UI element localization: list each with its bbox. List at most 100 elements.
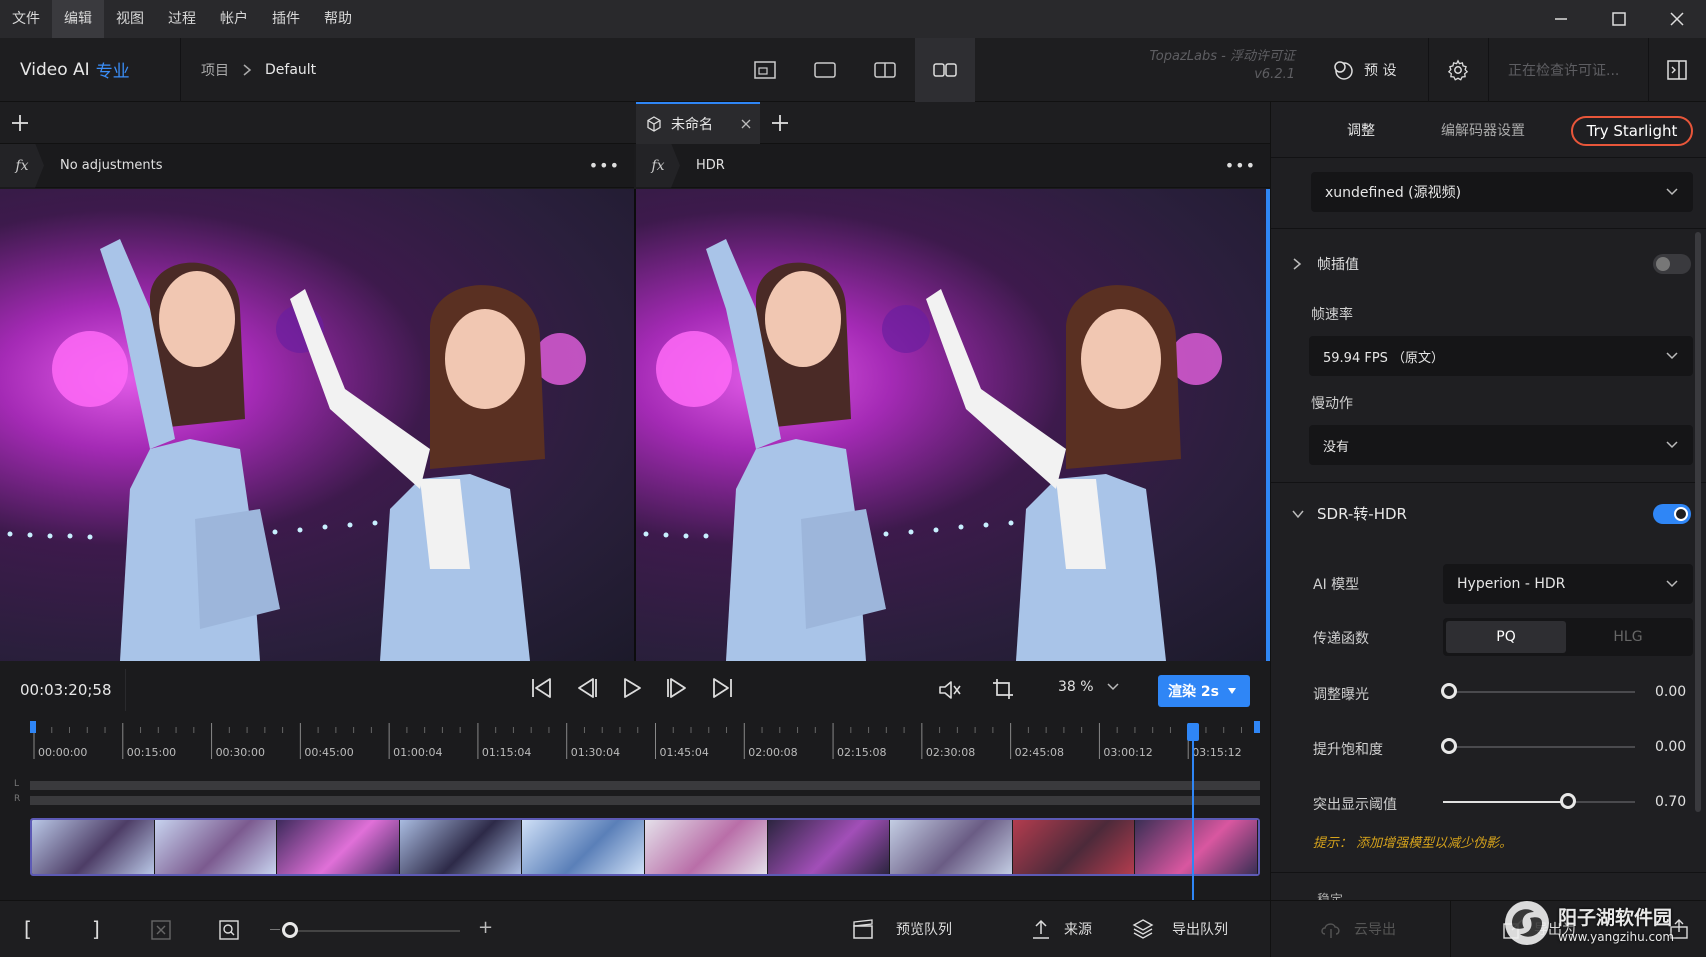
video-filmstrip[interactable] <box>30 818 1260 876</box>
watermark-url: www.yangzihu.com <box>1558 929 1675 944</box>
split-view-icon <box>874 61 896 78</box>
ai-model-select[interactable]: Hyperion - HDR <box>1443 564 1693 604</box>
cloud-export-button[interactable]: 云导出 <box>1320 918 1396 940</box>
left-more-icon[interactable]: ••• <box>589 156 620 175</box>
breadcrumb-root[interactable]: 项目 <box>201 60 229 80</box>
frame-rate-select[interactable]: 59.94 FPS （原文） <box>1309 336 1693 376</box>
frame-interp-header[interactable]: 帧插值 <box>1291 254 1691 274</box>
source-button[interactable]: 来源 <box>1030 918 1092 940</box>
mute-icon[interactable] <box>938 679 962 701</box>
close-window-button[interactable] <box>1648 0 1706 38</box>
menu-item[interactable]: 视图 <box>104 0 156 38</box>
view-side-by-side-button[interactable] <box>915 37 975 102</box>
step-back-icon[interactable] <box>575 675 599 701</box>
add-left-button[interactable] <box>0 102 40 144</box>
tab-adjust[interactable]: 调整 <box>1347 120 1375 140</box>
tick-label: 00:45:00 <box>304 746 354 759</box>
menu-item[interactable]: 帐户 <box>208 0 260 38</box>
crop-icon[interactable] <box>992 678 1014 700</box>
out-point-marker[interactable] <box>1254 721 1260 733</box>
panel-scrollbar[interactable] <box>1695 232 1701 812</box>
chevron-right-icon <box>243 63 252 76</box>
exposure-slider-knob[interactable] <box>1441 683 1457 699</box>
menu-item[interactable]: 编辑 <box>52 0 104 38</box>
gear-icon <box>1447 58 1469 81</box>
zoom-out-icon[interactable] <box>270 929 280 930</box>
chevron-right-icon <box>1293 258 1302 270</box>
timeline[interactable]: 00:00:00 00:15:00 00:30:00 00:45:00 01:00:04… <box>0 719 1270 900</box>
set-in-point-button[interactable]: [ <box>24 917 32 941</box>
tab-codec-settings[interactable]: 编解码器设置 <box>1441 120 1525 140</box>
sdr-hdr-toggle[interactable] <box>1653 503 1691 524</box>
minimize-button[interactable] <box>1532 0 1590 38</box>
add-tab-button[interactable] <box>760 102 800 144</box>
clear-range-icon[interactable] <box>150 919 172 941</box>
maximize-icon <box>1612 12 1626 26</box>
video-scene-art <box>7 239 586 661</box>
export-queue-button[interactable]: 导出队列 <box>1132 918 1228 940</box>
zoom-in-icon[interactable]: + <box>478 917 493 938</box>
set-out-point-button[interactable]: ] <box>92 917 100 941</box>
menu-item[interactable]: 插件 <box>260 0 312 38</box>
source-select[interactable]: xundefined (源视频) <box>1311 172 1693 212</box>
menu-item[interactable]: 文件 <box>0 0 52 38</box>
frame-interp-toggle[interactable] <box>1653 254 1691 274</box>
preview-queue-button[interactable]: 预览队列 <box>852 918 952 940</box>
frame-rate-value: 59.94 FPS （原文） <box>1323 350 1445 366</box>
license-info: TopazLabs - 浮动许可证 v6.2.1 <box>1100 48 1295 84</box>
transfer-pq-option[interactable]: PQ <box>1446 621 1566 653</box>
view-split-button[interactable] <box>855 38 915 102</box>
timecode: 00:03:20;58 <box>20 681 112 699</box>
timeline-zoom-slider[interactable] <box>290 930 460 932</box>
stabilize-title: 稳定 <box>1317 892 1344 901</box>
menu-item[interactable]: 帮助 <box>312 0 364 38</box>
audio-channel-l: L <box>14 779 20 789</box>
tick-label: 02:30:08 <box>925 746 976 759</box>
original-video-pane[interactable] <box>0 189 634 661</box>
step-forward-icon[interactable] <box>665 675 689 701</box>
presets-icon <box>1334 60 1353 80</box>
toggle-panel-button[interactable] <box>1648 38 1706 102</box>
in-point-marker[interactable] <box>30 721 36 733</box>
right-more-icon[interactable]: ••• <box>1225 156 1256 175</box>
highlight-slider[interactable] <box>1443 784 1643 820</box>
menu-item[interactable]: 过程 <box>156 0 208 38</box>
saturation-slider-knob[interactable] <box>1441 738 1457 754</box>
saturation-slider[interactable] <box>1441 729 1643 765</box>
tab-unnamed[interactable]: 未命名 <box>636 102 760 144</box>
settings-button[interactable] <box>1428 38 1488 102</box>
zoom-to-fit-icon[interactable] <box>218 919 240 941</box>
tab-close-icon[interactable] <box>740 118 752 130</box>
maximize-button[interactable] <box>1590 0 1648 38</box>
zoom-select[interactable]: 38 % <box>1058 679 1120 695</box>
render-button[interactable]: 渲染 2s <box>1158 675 1250 707</box>
video-scene-art <box>643 239 1222 661</box>
transfer-hlg-option[interactable]: HLG <box>1566 621 1690 653</box>
audio-track-l <box>30 781 1260 790</box>
skip-to-end-icon[interactable] <box>710 675 734 701</box>
skip-to-start-icon[interactable] <box>530 675 554 701</box>
processed-video-pane[interactable] <box>636 189 1270 661</box>
play-icon[interactable] <box>620 675 644 701</box>
highlight-slider-knob[interactable] <box>1560 793 1577 809</box>
view-single-fit-button[interactable] <box>735 38 795 102</box>
timeline-zoom-knob[interactable] <box>282 922 298 938</box>
exposure-slider[interactable] <box>1441 674 1643 710</box>
view-mode-group <box>735 37 975 102</box>
left-fx-row: fx No adjustments ••• <box>0 143 634 188</box>
frame-rate-label: 帧速率 <box>1311 307 1353 323</box>
playhead[interactable] <box>1192 725 1195 900</box>
zoom-value: 38 % <box>1058 679 1094 695</box>
playhead-handle[interactable] <box>1187 723 1200 741</box>
slowmo-value: 没有 <box>1323 439 1350 455</box>
presets-button[interactable]: 预 设 <box>1332 38 1396 102</box>
sdr-hdr-header[interactable]: SDR-转-HDR <box>1291 503 1691 524</box>
source-label: 来源 <box>1064 922 1092 938</box>
fx-button-left[interactable]: fx <box>0 143 44 188</box>
try-starlight-button[interactable]: Try Starlight <box>1571 116 1693 146</box>
slowmo-select[interactable]: 没有 <box>1309 425 1693 465</box>
bottom-bar: [ ] + 预览队列 来源 导出队列 云导出 导出为 <box>0 900 1706 957</box>
single-view-icon <box>754 60 776 79</box>
fx-button-right[interactable]: fx <box>636 143 680 188</box>
view-single-button[interactable] <box>795 38 855 102</box>
